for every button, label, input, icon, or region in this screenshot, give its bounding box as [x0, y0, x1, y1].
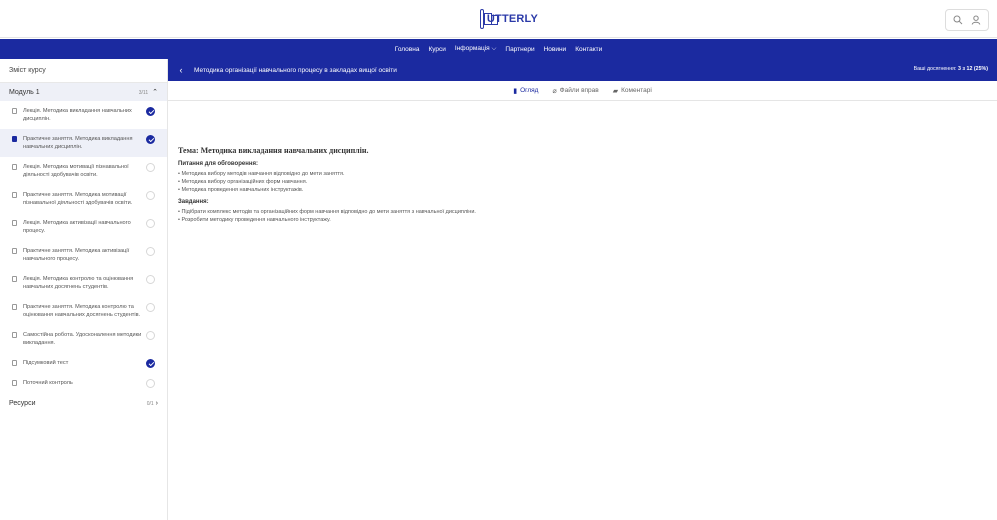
discussion-item-text: Методика вибору організаційних форм навч…: [181, 179, 308, 185]
module-header[interactable]: Модуль 1 3/11 ⌃: [0, 83, 167, 101]
lesson-item-label: Лекція. Методика активізації навчального…: [23, 220, 131, 234]
document-icon: [12, 304, 17, 310]
tasks-title: Завдання:: [178, 199, 209, 205]
lesson-item-label: Практичне заняття. Методика активізації …: [23, 248, 130, 262]
lesson-item[interactable]: Лекція. Методика контролю та оцінювання …: [0, 269, 167, 297]
test-icon: [12, 360, 17, 366]
lesson-item[interactable]: Поточний контроль: [0, 373, 167, 393]
incomplete-circle-icon: [146, 163, 155, 172]
incomplete-circle-icon: [146, 219, 155, 228]
content-tabs: ▮ Огляд ⌀ Файли вправ ▰ Коментарі: [168, 81, 997, 101]
progress-value: 3 з 12 (25%): [957, 66, 988, 72]
completed-check-icon: [146, 107, 155, 116]
lesson-content: Тема: Методика викладання навчальних дис…: [168, 101, 997, 520]
incomplete-circle-icon: [146, 191, 155, 200]
nav-contacts[interactable]: Контакти: [575, 46, 602, 53]
nav-information[interactable]: Інформація ⌵: [455, 45, 496, 53]
resources-count: 0/1: [146, 400, 154, 407]
lesson-item-label: Практичне заняття. Методика контролю та …: [23, 304, 141, 318]
user-icon[interactable]: [968, 12, 984, 28]
document-icon: [12, 332, 17, 338]
lesson-item[interactable]: Лекція. Методика мотивації пізнавальної …: [0, 157, 167, 185]
task-item-text: Підібрати комплекс методів та організаці…: [181, 209, 476, 215]
back-chevron-icon[interactable]: ‹: [172, 65, 190, 75]
lesson-title: Методика організації навчального процесу…: [194, 66, 397, 74]
lesson-item[interactable]: Практичне заняття. Методика активізації …: [0, 241, 167, 269]
module-label: Модуль 1: [9, 88, 40, 96]
document-icon: [12, 192, 17, 198]
nav-courses[interactable]: Курси: [428, 46, 445, 53]
logo-mark-icon: [480, 9, 498, 29]
lesson-bar: ‹ Методика організації навчального проце…: [168, 59, 997, 81]
lesson-item[interactable]: Підсумковий тест: [0, 353, 167, 373]
lesson-item-label: Практичне заняття. Методика викладання н…: [23, 136, 133, 150]
main-nav: Головна Курси Інформація ⌵ Партнери Нови…: [0, 39, 997, 59]
chevron-right-icon[interactable]: ›: [156, 400, 158, 407]
resources-label: Ресурси: [9, 399, 36, 407]
lesson-item[interactable]: Лекція. Методика активізації навчального…: [0, 213, 167, 241]
top-header: UTTERLY: [0, 0, 997, 38]
lesson-item-label: Підсумковий тест: [23, 360, 69, 366]
tab-exercise-files[interactable]: ⌀ Файли вправ: [552, 87, 598, 95]
lesson-item[interactable]: Лекція. Методика викладання навчальних д…: [0, 101, 167, 129]
lesson-item-label: Практичне заняття. Методика мотивації пі…: [23, 192, 133, 206]
document-icon: [12, 220, 17, 226]
paperclip-icon: ⌀: [552, 87, 557, 95]
tab-label: Коментарі: [621, 87, 652, 94]
completed-check-icon: [146, 135, 155, 144]
discussion-item-text: Методика проведення навчальних інструкта…: [181, 187, 304, 193]
tab-label: Файли вправ: [559, 87, 599, 94]
module-count: 3/11: [138, 90, 149, 96]
completed-check-icon: [146, 359, 155, 368]
document-icon: [12, 164, 17, 170]
nav-partners[interactable]: Партнери: [505, 46, 534, 53]
header-actions: [945, 9, 989, 31]
incomplete-circle-icon: [146, 331, 155, 340]
progress-indicator: Ваші досягнення: 3 з 12 (25%): [914, 66, 988, 72]
task-item-text: Розробити методику проведення навчальног…: [181, 217, 331, 223]
logo[interactable]: UTTERLY: [480, 8, 538, 30]
incomplete-circle-icon: [146, 275, 155, 284]
lesson-item[interactable]: Практичне заняття. Методика мотивації пі…: [0, 185, 167, 213]
chevron-up-icon[interactable]: ⌃: [152, 89, 158, 96]
topic-title: Тема: Методика викладання навчальних дис…: [178, 146, 369, 155]
document-icon: [12, 108, 17, 114]
document-icon: ▮: [513, 87, 518, 95]
lesson-item[interactable]: Практичне заняття. Методика контролю та …: [0, 297, 167, 325]
document-icon: [12, 248, 17, 254]
document-icon: [12, 136, 17, 142]
search-icon[interactable]: [950, 12, 966, 28]
discussion-item: • Методика вибору організаційних форм на…: [178, 179, 308, 185]
discussion-item: • Методика вибору методів навчання відпо…: [178, 171, 345, 177]
discussion-title: Питання для обговорення:: [178, 161, 258, 167]
incomplete-circle-icon: [146, 247, 155, 256]
document-icon: [12, 276, 17, 282]
lesson-item-active[interactable]: Практичне заняття. Методика викладання н…: [0, 129, 167, 157]
tab-comments[interactable]: ▰ Коментарі: [613, 87, 652, 95]
nav-home[interactable]: Головна: [395, 46, 420, 53]
lesson-item-label: Лекція. Методика викладання навчальних д…: [23, 108, 132, 122]
lesson-item-label: Лекція. Методика мотивації пізнавальної …: [23, 164, 129, 178]
lesson-item-label: Лекція. Методика контролю та оцінювання …: [23, 276, 134, 290]
nav-news[interactable]: Новини: [544, 46, 567, 53]
lesson-item[interactable]: Самостійна робота. Удосконалення методик…: [0, 325, 167, 353]
progress-label: Ваші досягнення:: [913, 66, 958, 72]
resources-header[interactable]: Ресурси 0/1 ›: [0, 395, 167, 411]
comment-icon: ▰: [612, 87, 619, 95]
sidebar-title: Зміст курсу: [0, 59, 167, 83]
tab-overview[interactable]: ▮ Огляд: [513, 87, 538, 95]
document-icon: [12, 380, 17, 386]
incomplete-circle-icon: [146, 379, 155, 388]
task-item: • Розробити методику проведення навчальн…: [178, 217, 331, 223]
discussion-item-text: Методика вибору методів навчання відпові…: [181, 171, 345, 177]
incomplete-circle-icon: [146, 303, 155, 312]
course-sidebar: Зміст курсу Модуль 1 3/11 ⌃ Лекція. Метод…: [0, 59, 168, 520]
discussion-item: • Методика проведення навчальних інструк…: [178, 187, 304, 193]
lesson-item-label: Самостійна робота. Удосконалення методик…: [23, 332, 142, 346]
lesson-item-label: Поточний контроль: [23, 380, 73, 386]
tab-label: Огляд: [520, 87, 539, 94]
task-item: • Підібрати комплекс методів та організа…: [178, 209, 476, 215]
